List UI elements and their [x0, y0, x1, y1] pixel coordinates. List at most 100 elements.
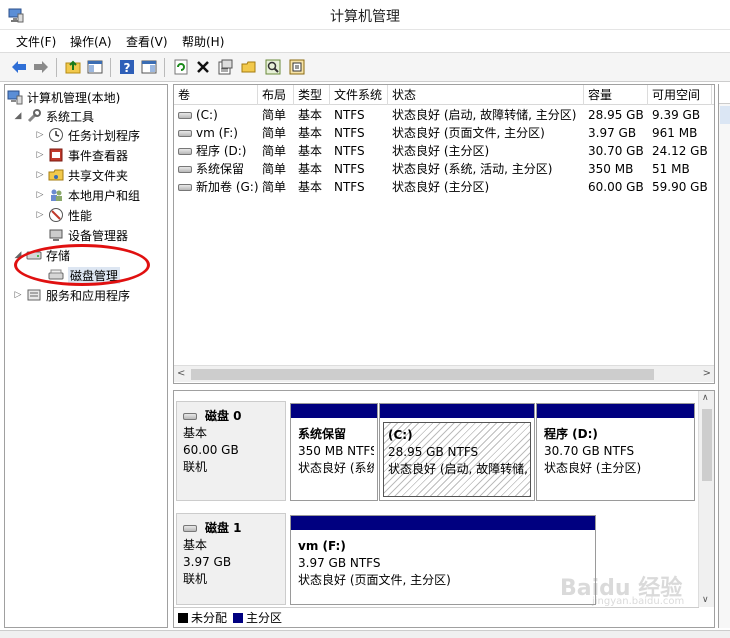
table-row[interactable]: 程序 (D:) 简单 基本 NTFS 状态良好 (主分区) 30.70 GB 2… [174, 142, 714, 160]
table-row[interactable]: 新加卷 (G:) 简单 基本 NTFS 状态良好 (主分区) 60.00 GB … [174, 178, 714, 196]
actions-selected-item[interactable] [720, 106, 730, 124]
column-header-volume[interactable]: 卷 [174, 85, 258, 105]
drive-icon [178, 166, 192, 173]
collapsed-arrow-icon[interactable]: ▷ [35, 210, 45, 220]
table-row[interactable]: 系统保留 简单 基本 NTFS 状态良好 (系统, 活动, 主分区) 350 M… [174, 160, 714, 178]
partition-bar [537, 404, 694, 418]
vertical-scrollbar[interactable]: ∧ ∨ [698, 391, 714, 607]
scroll-right-icon[interactable]: > [703, 368, 711, 379]
tree-item-services-apps[interactable]: ▷ 服务和应用程序 [13, 285, 130, 305]
partition-bar [291, 404, 377, 418]
users-icon [48, 187, 64, 203]
menu-file[interactable]: 文件(F) [16, 33, 56, 50]
open-icon[interactable] [240, 58, 258, 76]
disk-icon [183, 525, 197, 532]
actions-panel[interactable] [718, 84, 730, 628]
scroll-left-icon[interactable]: < [177, 368, 185, 379]
tree-item-performance[interactable]: ▷ 性能 [35, 205, 92, 225]
partition-f[interactable]: vm (F:) 3.97 GB NTFS 状态良好 (页面文件, 主分区) [290, 515, 596, 605]
search-icon[interactable] [264, 58, 282, 76]
title-bar: 计算机管理 [0, 0, 730, 30]
show-hide-tree-icon[interactable] [86, 58, 104, 76]
up-folder-icon[interactable] [64, 58, 82, 76]
tree-item-system-tools[interactable]: ◢ 系统工具 [13, 106, 94, 126]
properties-icon[interactable] [216, 58, 234, 76]
expanded-arrow-icon[interactable]: ◢ [13, 111, 23, 121]
disk-icon [183, 413, 197, 420]
performance-icon [48, 207, 64, 223]
column-header-filesystem[interactable]: 文件系统 [330, 85, 388, 105]
toolbar-separator [110, 58, 111, 77]
volume-list-header: 卷 布局 类型 文件系统 状态 容量 可用空间 [174, 85, 714, 105]
table-row[interactable]: (C:) 简单 基本 NTFS 状态良好 (启动, 故障转储, 主分区) 28.… [174, 106, 714, 124]
legend-item: 未分配 [178, 609, 227, 626]
tree-item-task-scheduler[interactable]: ▷ 任务计划程序 [35, 125, 140, 145]
menu-action[interactable]: 操作(A) [70, 33, 112, 50]
tree-item-storage[interactable]: ◢ 存储 [13, 245, 70, 265]
back-icon[interactable] [10, 58, 28, 76]
drive-icon [178, 130, 192, 137]
column-header-status[interactable]: 状态 [388, 85, 584, 105]
disk-0-info[interactable]: 磁盘 0 基本 60.00 GB 联机 [176, 401, 286, 501]
collapsed-arrow-icon[interactable]: ▷ [35, 190, 45, 200]
toolbar-separator [56, 58, 57, 77]
shared-folder-icon [48, 167, 64, 183]
volume-list[interactable]: 卷 布局 类型 文件系统 状态 容量 可用空间 (C:) 简单 基本 NTFS … [173, 84, 715, 384]
drive-icon [178, 184, 192, 191]
computer-management-icon [7, 89, 23, 105]
services-icon [26, 287, 42, 303]
partition-d[interactable]: 程序 (D:) 30.70 GB NTFS 状态良好 (主分区) [536, 403, 695, 501]
disk-0[interactable]: 磁盘 0 基本 60.00 GB 联机 系统保留 350 MB NTFS 状态良… [174, 401, 699, 505]
expanded-arrow-icon[interactable]: ◢ [13, 250, 23, 260]
disk-1-info[interactable]: 磁盘 1 基本 3.97 GB 联机 [176, 513, 286, 605]
column-header-capacity[interactable]: 容量 [584, 85, 648, 105]
legend: 未分配 主分区 [174, 607, 699, 627]
navigation-tree[interactable]: 计算机管理(本地) ◢ 系统工具 ▷ 任务计划程序 ▷ 事件查看器 ▷ 共享文件… [4, 84, 168, 628]
column-header-layout[interactable]: 布局 [258, 85, 294, 105]
window-title: 计算机管理 [330, 9, 400, 25]
tree-item-event-viewer[interactable]: ▷ 事件查看器 [35, 145, 128, 165]
collapsed-arrow-icon[interactable]: ▷ [35, 130, 45, 140]
partition-c[interactable]: (C:) 28.95 GB NTFS 状态良好 (启动, 故障转储, [379, 403, 535, 501]
toolbar: ? [0, 52, 730, 82]
scroll-up-icon[interactable]: ∧ [702, 393, 709, 403]
scroll-thumb[interactable] [191, 369, 654, 380]
legend-swatch-unallocated [178, 612, 188, 623]
column-header-type[interactable]: 类型 [294, 85, 330, 105]
column-header-free-space[interactable]: 可用空间 [648, 85, 712, 105]
status-bar [0, 630, 730, 638]
partition-system-reserved[interactable]: 系统保留 350 MB NTFS 状态良好 (系统 [290, 403, 378, 501]
horizontal-scrollbar[interactable]: < > [174, 365, 714, 382]
drive-icon [178, 112, 192, 119]
partition-bar [291, 516, 595, 530]
menu-help[interactable]: 帮助(H) [182, 33, 224, 50]
collapsed-arrow-icon[interactable]: ▷ [35, 150, 45, 160]
show-hide-action-icon[interactable] [140, 58, 158, 76]
tree-item-disk-management[interactable]: 磁盘管理 [48, 265, 121, 285]
refresh-icon[interactable] [172, 58, 190, 76]
help-icon[interactable]: ? [118, 58, 136, 76]
scroll-down-icon[interactable]: ∨ [702, 595, 709, 605]
disk-management-icon [48, 267, 64, 283]
menu-view[interactable]: 查看(V) [126, 33, 168, 50]
tree-item-device-manager[interactable]: 设备管理器 [48, 225, 128, 245]
menu-bar: 文件(F) 操作(A) 查看(V) 帮助(H) [0, 30, 730, 52]
scroll-thumb[interactable] [702, 409, 712, 481]
event-viewer-icon [48, 147, 64, 163]
collapsed-arrow-icon[interactable]: ▷ [13, 290, 23, 300]
storage-icon [26, 247, 42, 263]
collapsed-arrow-icon[interactable]: ▷ [35, 170, 45, 180]
svg-text:?: ? [124, 61, 131, 75]
tree-root[interactable]: 计算机管理(本地) [7, 87, 120, 107]
forward-icon[interactable] [32, 58, 50, 76]
settings-icon[interactable] [288, 58, 306, 76]
clock-icon [48, 127, 64, 143]
table-row[interactable]: vm (F:) 简单 基本 NTFS 状态良好 (页面文件, 主分区) 3.97… [174, 124, 714, 142]
watermark-url: jingyan.baidu.com [592, 596, 685, 607]
tree-item-local-users[interactable]: ▷ 本地用户和组 [35, 185, 140, 205]
toolbar-separator [164, 58, 165, 77]
legend-swatch-primary [233, 612, 244, 623]
tree-item-shared-folders[interactable]: ▷ 共享文件夹 [35, 165, 128, 185]
drive-icon [178, 148, 192, 155]
delete-icon[interactable] [194, 58, 212, 76]
